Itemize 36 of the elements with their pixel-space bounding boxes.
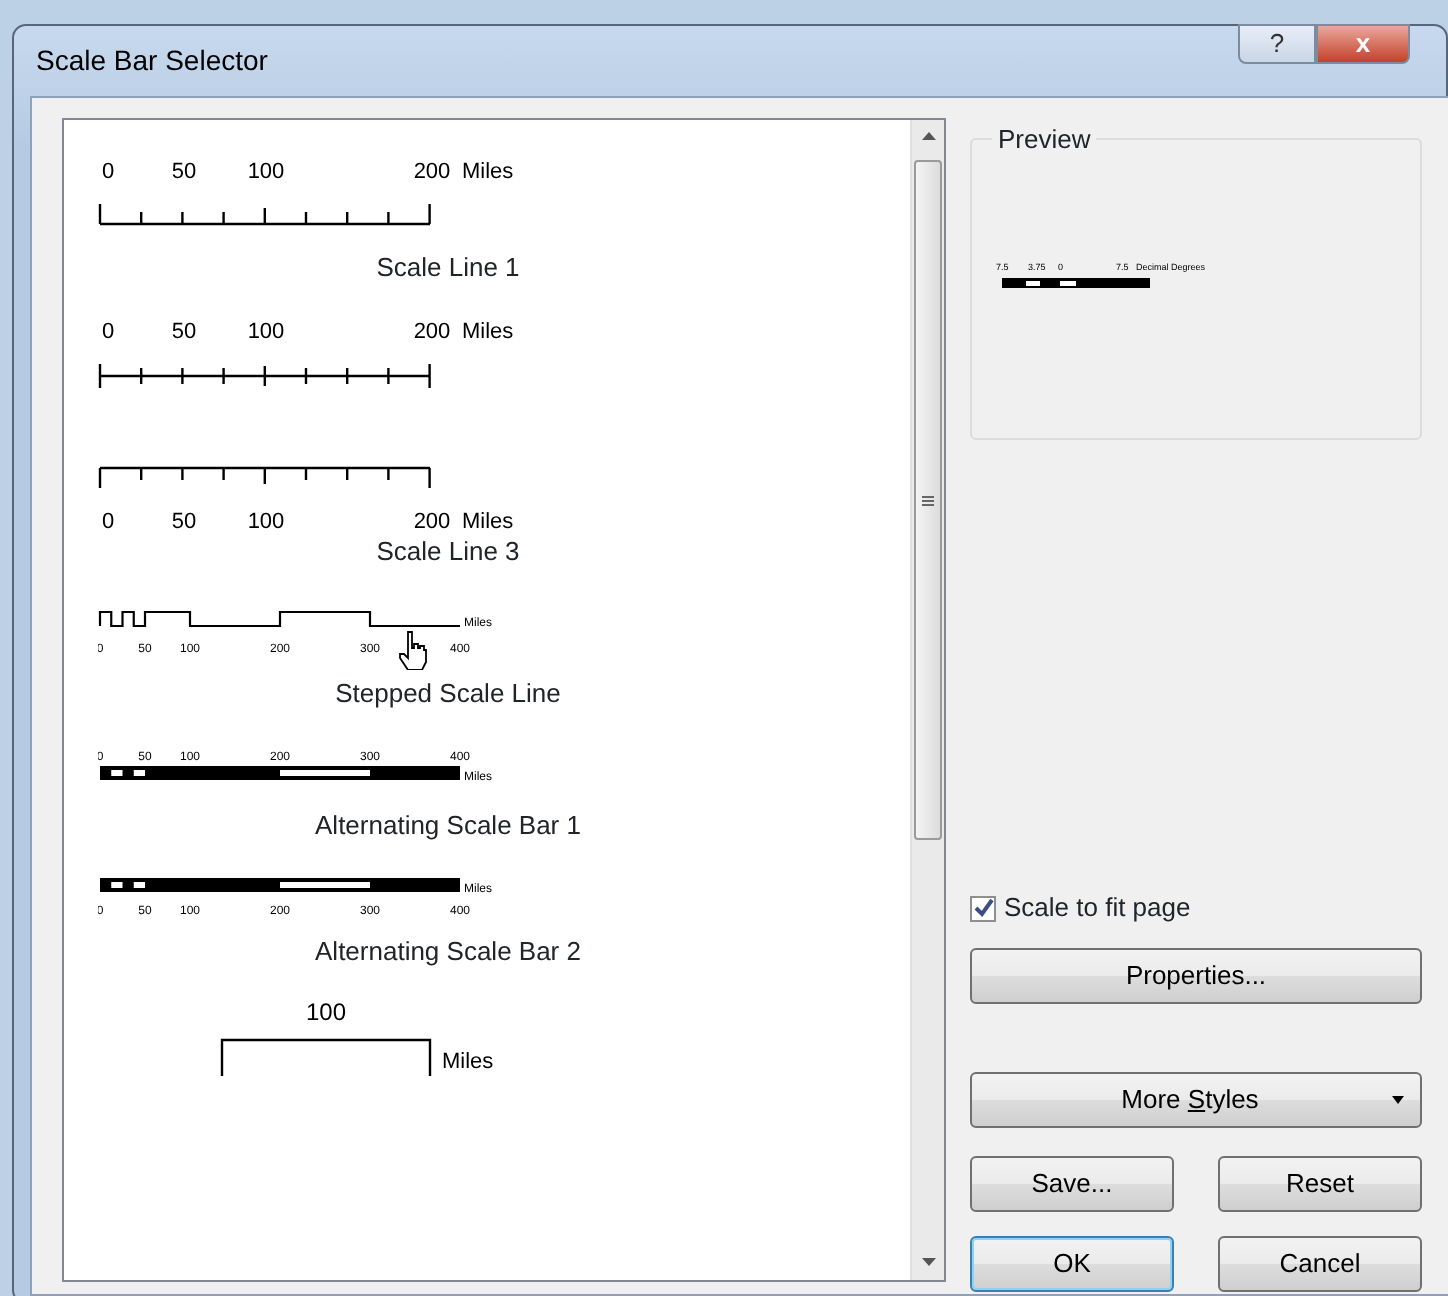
scale-label: 0 <box>102 160 115 184</box>
checkbox-label: Scale to fit page <box>1004 890 1191 927</box>
scrollbar[interactable] <box>910 120 944 1280</box>
scale-label: Miles <box>462 319 514 343</box>
hand-cursor-icon <box>398 630 430 670</box>
scale-label: 200 <box>413 509 451 531</box>
more-styles-dropdown[interactable]: More Styles <box>970 1072 1422 1128</box>
scroll-thumb[interactable] <box>914 160 942 840</box>
scale-label: 50 <box>171 509 197 531</box>
scale-label: 50 <box>171 319 197 343</box>
style-name[interactable]: Alternating Scale Bar 2 <box>315 936 581 966</box>
checkbox[interactable] <box>970 895 996 921</box>
scale-label: 100 <box>247 319 285 343</box>
style-name[interactable]: Stepped Scale Line <box>335 678 561 708</box>
caret-icon <box>1392 1096 1404 1104</box>
scale-label: 100 <box>247 509 285 531</box>
scale-label: 200 <box>413 319 451 343</box>
scale-label: 0 <box>102 319 115 343</box>
scale-label: Miles <box>462 160 514 184</box>
dialog-button[interactable]: OK <box>970 1236 1174 1292</box>
style-name[interactable]: Scale Line 1 <box>376 252 520 282</box>
help-button[interactable]: ? <box>1238 24 1316 64</box>
window-title: Scale Bar Selector <box>36 41 268 79</box>
style-name[interactable]: Scale Line 3 <box>376 535 520 565</box>
dialog-button[interactable]: Save... <box>970 1156 1174 1212</box>
scale-label: 50 <box>171 160 197 184</box>
dialog-button[interactable]: Cancel <box>1218 1236 1422 1292</box>
scale-label: 100 <box>305 997 347 1025</box>
scale-label: 200 <box>413 160 451 184</box>
scale-label: Miles <box>442 1049 494 1073</box>
scale-label: Miles <box>462 509 514 531</box>
scale-label: 100 <box>247 160 285 184</box>
style-name[interactable]: Alternating Scale Bar 1 <box>315 809 581 839</box>
dialog-button[interactable]: Properties... <box>970 948 1422 1004</box>
scale-label: 0 <box>102 509 115 531</box>
dialog-button[interactable]: Reset <box>1218 1156 1422 1212</box>
